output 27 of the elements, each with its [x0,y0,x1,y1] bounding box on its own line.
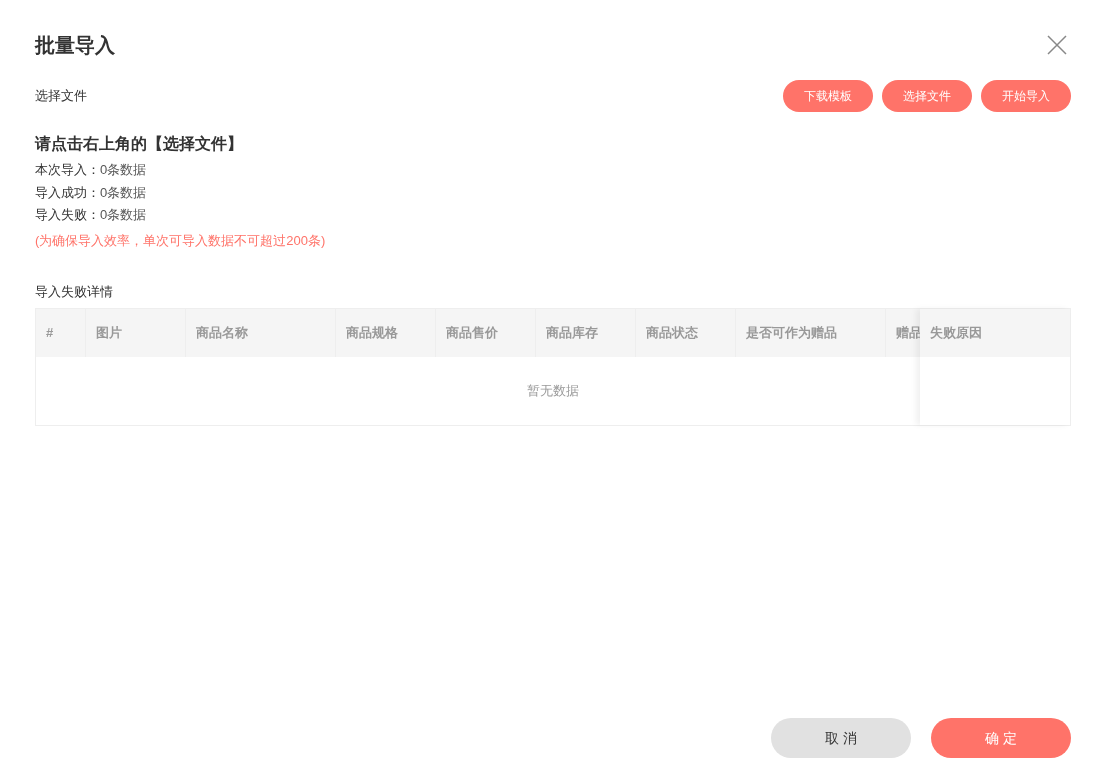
column-header: 图片 [86,308,186,357]
stat-label: 导入失败： [35,206,100,224]
warning-text: (为确保导入效率，单次可导入数据不可超过200条) [35,231,327,250]
file-label: 选择文件 [35,87,87,106]
stat-value: 0条数据 [100,183,147,202]
column-header: 商品库存 [536,308,636,357]
hint-text: 请点击右上角的【选择文件】 [35,134,244,154]
dialog-title: 批量导入 [35,33,115,58]
column-header: 是否可作为赠品 [736,308,886,357]
column-header: 商品名称 [186,308,336,357]
close-icon[interactable] [1047,35,1067,55]
action-button[interactable]: 下载模板 [783,80,873,112]
table-title: 导入失败详情 [35,283,114,301]
column-header: 商品规格 [336,308,436,357]
empty-text: 暂无数据 [527,381,579,400]
column-header: 失败原因 [920,308,1070,357]
action-button[interactable]: 选择文件 [882,80,972,112]
column-header: 商品售价 [436,308,536,357]
stat-value: 0条数据 [100,161,147,179]
column-header: 商品状态 [636,308,736,357]
action-button[interactable]: 开始导入 [981,80,1071,112]
stat-label: 导入成功： [35,183,100,202]
confirm-button[interactable]: 确 定 [931,718,1071,758]
stat-value: 0条数据 [100,206,147,224]
cancel-button[interactable]: 取 消 [771,718,911,758]
column-header: # [36,308,86,357]
stat-label: 本次导入： [35,161,100,179]
